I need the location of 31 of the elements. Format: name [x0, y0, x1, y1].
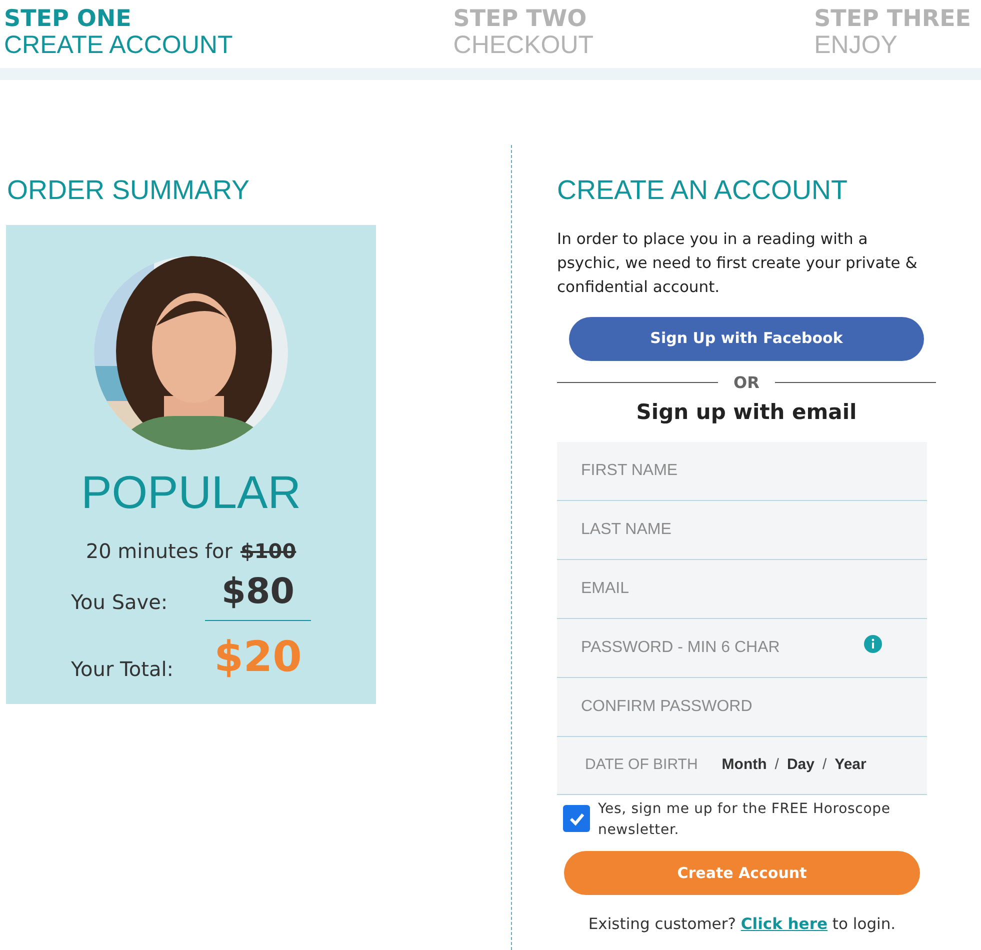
duration-text: 20 minutes for	[86, 538, 232, 564]
field-label: DATE OF BIRTH	[585, 755, 698, 776]
date-of-birth-field[interactable]: DATE OF BIRTH Month / Day / Year	[557, 737, 927, 795]
input-field[interactable]: FIRST NAME	[557, 442, 927, 500]
date-select[interactable]: Month	[722, 754, 767, 777]
input-field[interactable]: PASSWORD - MIN 6 CHAR	[557, 619, 927, 677]
plan-name: POPULAR	[81, 464, 301, 520]
date-separator: /	[822, 755, 827, 776]
input-field[interactable]: EMAIL	[557, 560, 927, 618]
save-label: You Save:	[71, 589, 168, 616]
login-link[interactable]: Click here	[740, 915, 828, 933]
newsletter-checkbox[interactable]	[563, 805, 590, 832]
input-field[interactable]: CONFIRM PASSWORD	[557, 678, 927, 736]
intro-text: In order to place you in a reading with a psychic, we need to first create your private & confidential account.	[557, 228, 918, 298]
date-separator: /	[774, 755, 779, 776]
date-select[interactable]: Day	[786, 754, 814, 777]
original-price: $100	[240, 538, 296, 564]
newsletter-label: Yes, sign me up for the FREE Horoscope newsletter.	[598, 800, 892, 840]
date-select[interactable]: Year	[834, 754, 866, 777]
total-amount: $20	[213, 631, 303, 683]
login-prompt: Existing customer? Click here to login.	[587, 914, 897, 935]
section-heading: ORDER SUMMARY	[7, 174, 251, 207]
or-divider-text: OR	[734, 372, 760, 394]
input-field[interactable]: LAST NAME	[557, 501, 927, 559]
step-tab[interactable]: STEP ONE CREATE ACCOUNT	[4, 6, 233, 68]
total-label: Your Total:	[71, 656, 174, 683]
email-signup-heading: Sign up with email	[635, 398, 858, 426]
section-heading: CREATE AN ACCOUNT	[557, 174, 849, 207]
info-icon[interactable]	[864, 635, 882, 653]
facebook-signup-button[interactable]: Sign Up with Facebook	[569, 316, 924, 360]
save-amount: $80	[205, 566, 311, 621]
